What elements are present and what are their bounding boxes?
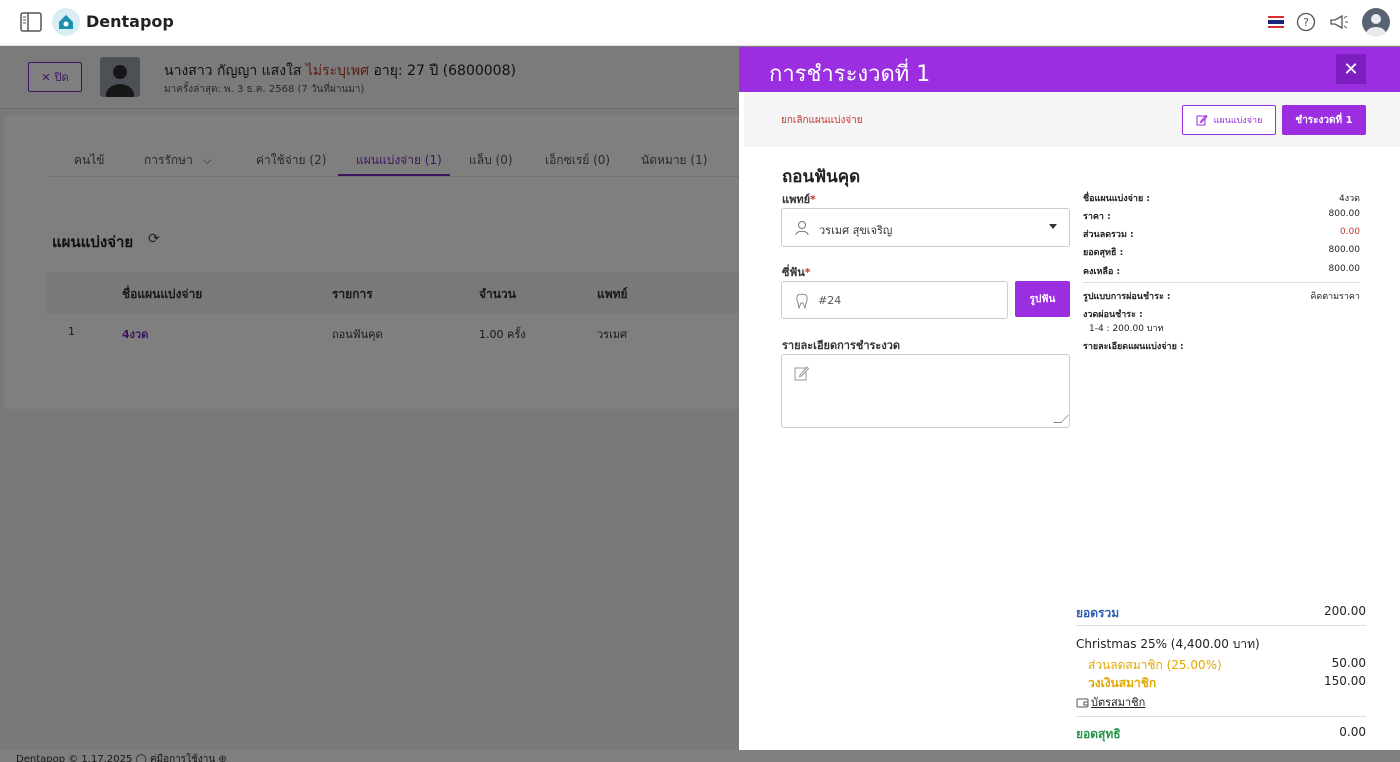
edit-icon: [794, 366, 810, 381]
doctor-select[interactable]: วรเมศ สุขเจริญ: [781, 208, 1070, 247]
tooth-label: ซี่ฟัน*: [782, 266, 811, 279]
drawer-title: การชำระงวดที่ 1: [769, 62, 931, 87]
user-icon: [795, 221, 809, 236]
payment-detail-textarea[interactable]: [781, 354, 1070, 428]
drawer-close-button[interactable]: ✕: [1336, 54, 1366, 84]
drawer-header: การชำระงวดที่ 1 ✕: [739, 47, 1400, 92]
doctor-value: วรเมศ สุขเจริญ: [819, 224, 893, 237]
pay-installment-button[interactable]: ชำระงวดที่ 1: [1282, 105, 1366, 135]
summary-divider: [1076, 716, 1366, 717]
tooth-value: #24: [818, 294, 842, 307]
doctor-label: แพทย์*: [782, 193, 816, 206]
thai-flag-icon[interactable]: [1268, 16, 1284, 28]
sidebar-toggle-icon[interactable]: [20, 12, 42, 32]
svg-text:?: ?: [1303, 16, 1309, 29]
top-header: Dentapop ?: [0, 0, 1400, 46]
tooth-chart-button[interactable]: รูปฟัน: [1015, 281, 1070, 317]
help-icon[interactable]: ?: [1296, 12, 1316, 32]
edit-icon: [1196, 114, 1208, 126]
caret-down-icon: [1049, 224, 1057, 229]
edit-plan-button[interactable]: แผนแบ่งจ่าย: [1182, 105, 1276, 135]
tooth-icon: [796, 293, 808, 309]
close-icon: ✕: [1343, 58, 1359, 80]
info-divider: [1083, 282, 1360, 283]
user-avatar[interactable]: [1362, 8, 1390, 36]
detail-label: รายละเอียดการชำระงวด: [782, 339, 901, 352]
resize-handle[interactable]: [1053, 415, 1069, 423]
drawer-action-bar: ยกเลิกแผนแบ่งจ่าย แผนแบ่งจ่าย ชำระงวดที่…: [744, 92, 1400, 147]
summary-divider: [1076, 625, 1366, 626]
tooth-input[interactable]: #24: [781, 281, 1008, 319]
wallet-icon: [1076, 698, 1089, 707]
app-logo-icon[interactable]: [52, 8, 80, 36]
app-name: Dentapop: [86, 12, 174, 31]
installment-payment-drawer: การชำระงวดที่ 1 ✕ ยกเลิกแผนแบ่งจ่าย แผนแ…: [739, 47, 1400, 750]
procedure-title: ถอนฟันคุด: [782, 167, 861, 187]
announcement-icon[interactable]: [1328, 12, 1350, 32]
cancel-plan-link[interactable]: ยกเลิกแผนแบ่งจ่าย: [781, 113, 863, 128]
